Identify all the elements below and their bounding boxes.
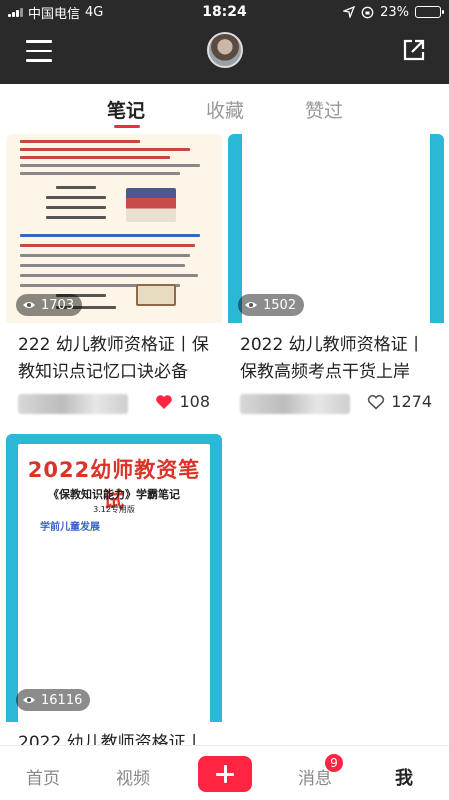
clock: 18:24 <box>202 4 247 20</box>
create-note-button[interactable] <box>198 756 252 792</box>
tab-notes[interactable]: 笔记 <box>107 96 145 123</box>
note-title[interactable]: 2022 幼儿教师资格证丨保教高频考点干货上岸 <box>240 332 436 386</box>
view-count-value: 1703 <box>41 297 75 313</box>
tab-bar: 笔记 收藏 赞过 <box>0 84 449 134</box>
view-count: 1502 <box>238 294 305 316</box>
note-card[interactable]: 1502 2022 幼儿教师资格证丨保教高频考点干货上岸 1274 <box>228 134 444 426</box>
tab-collections[interactable]: 收藏 <box>206 96 244 123</box>
cover-subheading: 《保教知识能力》学霸笔记 <box>48 488 180 501</box>
tab-liked[interactable]: 赞过 <box>305 96 343 123</box>
signal-icon <box>8 7 23 17</box>
nav-home[interactable]: 首页 <box>26 764 60 789</box>
note-cover-image: 1703 <box>6 134 222 323</box>
profile-header <box>0 24 449 84</box>
eye-icon <box>23 302 35 308</box>
note-card[interactable]: 2022幼师教资笔试 《保教知识能力》学霸笔记 3.12专用版 学前儿童发展 1… <box>6 434 222 754</box>
tab-indicator <box>114 125 140 128</box>
content-panel: 笔记 收藏 赞过 1703 222 幼儿教师资格证丨保教知识点记忆口诀必备 10… <box>0 84 449 800</box>
orientation-lock-icon <box>361 6 374 18</box>
like-button[interactable]: 108 <box>155 392 210 411</box>
cover-version: 3.12专用版 <box>93 505 135 514</box>
battery-icon <box>415 6 444 18</box>
battery-percent: 23% <box>380 4 409 20</box>
view-count: 1703 <box>16 294 83 316</box>
note-cover-image: 1502 <box>228 134 444 323</box>
note-card[interactable]: 1703 222 幼儿教师资格证丨保教知识点记忆口诀必备 108 <box>6 134 222 426</box>
like-button[interactable]: 1274 <box>367 392 432 411</box>
messages-badge: 9 <box>325 754 343 772</box>
like-count: 1274 <box>391 392 432 411</box>
heart-outline-icon <box>368 394 385 410</box>
view-count: 16116 <box>16 689 91 711</box>
view-count-value: 16116 <box>41 692 83 708</box>
note-cover-image: 2022幼师教资笔试 《保教知识能力》学霸笔记 3.12专用版 学前儿童发展 1… <box>6 434 222 722</box>
share-external-icon[interactable] <box>402 38 426 62</box>
hamburger-menu-icon[interactable] <box>26 40 52 62</box>
view-count-value: 1502 <box>263 297 297 313</box>
eye-icon <box>245 302 257 308</box>
note-title[interactable]: 222 幼儿教师资格证丨保教知识点记忆口诀必备 <box>18 332 214 386</box>
like-count: 108 <box>179 392 210 411</box>
location-arrow-icon <box>343 6 356 18</box>
cover-section: 学前儿童发展 <box>40 522 100 533</box>
network-label: 4G <box>85 4 104 20</box>
author-name-blurred[interactable] <box>240 394 350 414</box>
avatar[interactable] <box>207 32 243 68</box>
bottom-navigation: 首页 视频 消息 9 我 <box>0 745 449 800</box>
nav-me[interactable]: 我 <box>395 764 413 790</box>
nav-video[interactable]: 视频 <box>116 764 150 789</box>
eye-icon <box>23 697 35 703</box>
author-name-blurred[interactable] <box>18 394 128 414</box>
heart-filled-icon <box>156 394 173 409</box>
status-bar: 中国电信 4G 18:24 23% <box>0 0 449 24</box>
carrier-label: 中国电信 <box>28 6 81 22</box>
